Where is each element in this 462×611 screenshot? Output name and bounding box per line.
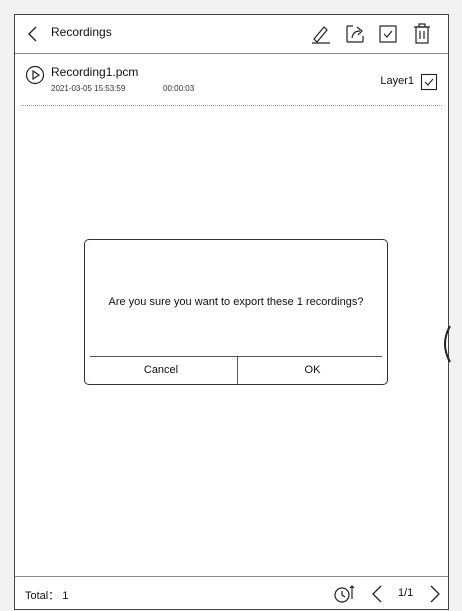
recording-duration: 00:00:03 — [163, 84, 195, 93]
recording-date: 2021-03-05 15:53:59 — [51, 84, 126, 93]
delete-button[interactable] — [410, 22, 434, 46]
previous-page-button[interactable] — [367, 583, 389, 605]
checkbox-icon — [379, 25, 397, 43]
play-icon — [25, 65, 45, 85]
cancel-button[interactable]: Cancel — [85, 356, 237, 384]
back-button[interactable] — [25, 24, 41, 44]
select-all-button[interactable] — [376, 22, 400, 46]
export-icon — [346, 25, 364, 43]
recording-row[interactable]: Recording1.pcm 2021-03-05 15:53:59 00:00… — [21, 55, 442, 105]
next-page-icon — [430, 585, 440, 603]
recording-checkbox[interactable] — [420, 73, 438, 91]
prev-page-icon — [372, 585, 382, 603]
back-icon — [28, 26, 37, 42]
recording-layer: Layer1 — [380, 75, 414, 87]
page-indicator: 1/1 — [398, 587, 414, 599]
handle-arc-icon — [444, 325, 451, 363]
pencil-icon — [312, 26, 330, 44]
dialog-message: Are you sure you want to export these 1 … — [108, 296, 364, 308]
export-button[interactable] — [343, 22, 367, 46]
recordings-window: Recordings Recording1.pcm 2021-03-05 15:… — [14, 14, 449, 610]
ok-button[interactable]: OK — [238, 356, 387, 384]
sort-by-time-button[interactable] — [333, 583, 355, 605]
next-page-button[interactable] — [425, 583, 447, 605]
total-count: Total： 1 — [25, 590, 69, 602]
recording-name: Recording1.pcm — [51, 65, 139, 79]
play-button[interactable] — [25, 65, 45, 85]
edit-button[interactable] — [309, 22, 333, 46]
row-divider — [21, 105, 442, 106]
sort-time-icon — [334, 585, 355, 603]
export-confirm-dialog: Are you sure you want to export these 1 … — [84, 239, 388, 385]
header-bar: Recordings — [15, 15, 448, 54]
footer-bar: Total： 1 1/1 — [15, 576, 448, 609]
page-title: Recordings — [51, 25, 112, 39]
checked-box-icon — [420, 73, 438, 91]
trash-icon — [414, 23, 430, 44]
side-drawer-handle[interactable] — [438, 322, 452, 366]
